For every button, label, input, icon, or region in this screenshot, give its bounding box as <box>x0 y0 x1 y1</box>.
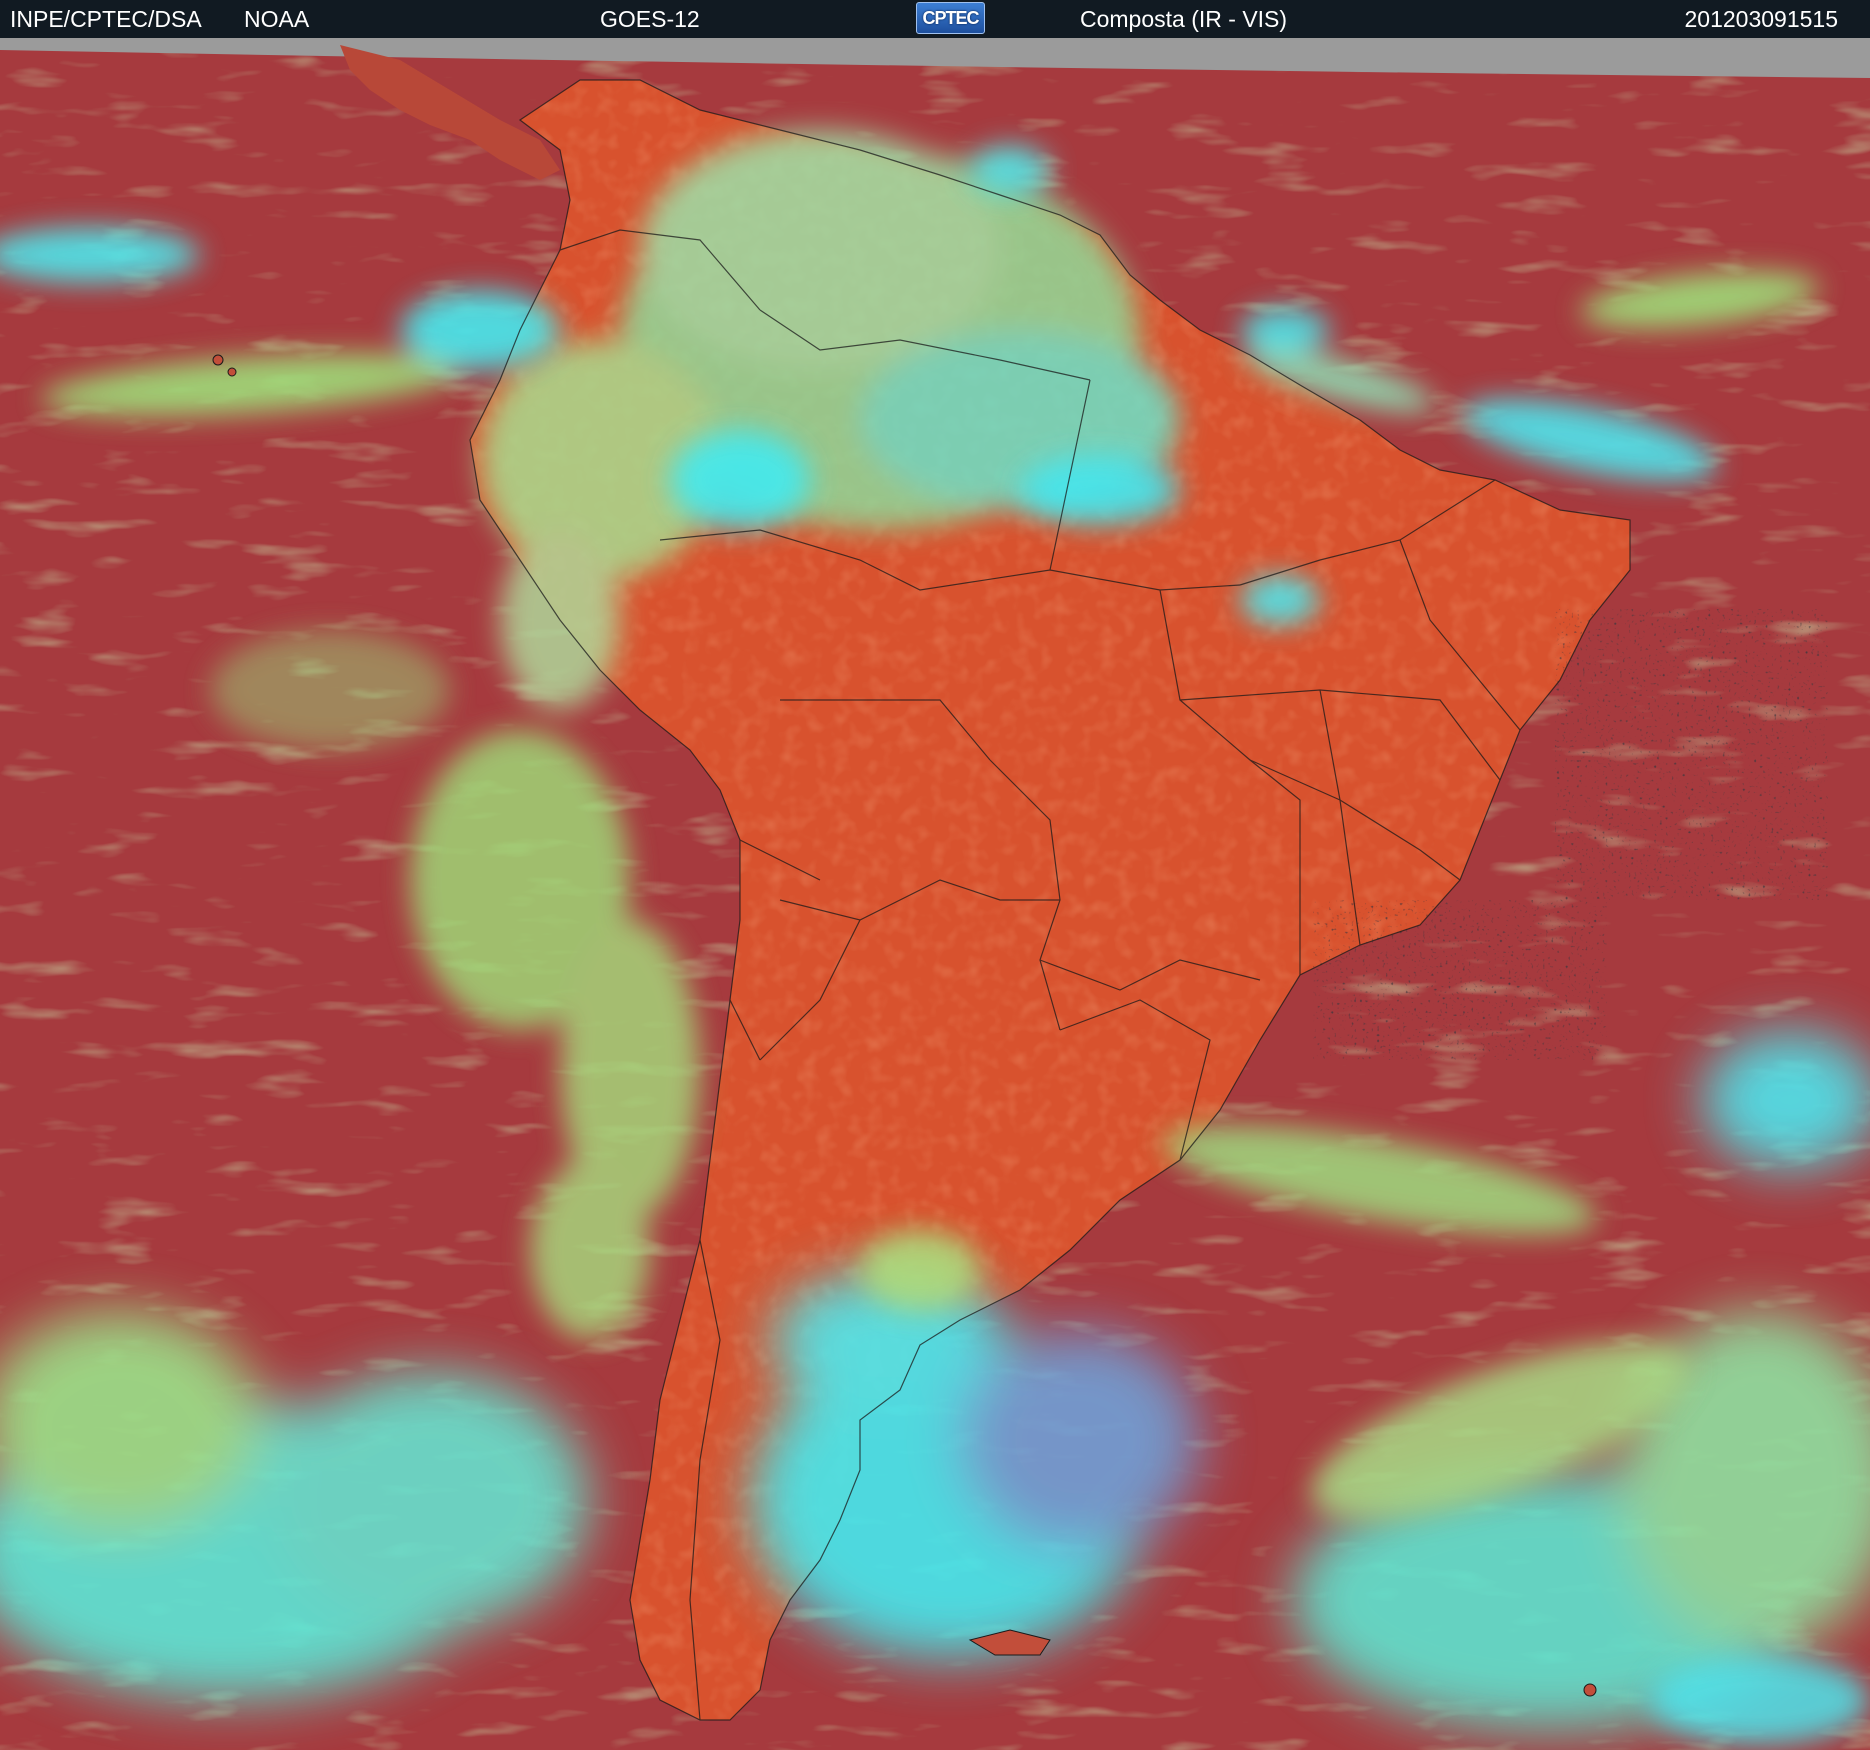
agency-label: NOAA <box>244 6 310 32</box>
composite-map-svg <box>0 38 1870 1750</box>
product-label: Composta (IR - VIS) <box>1080 6 1288 32</box>
satellite-imagery <box>0 38 1870 1750</box>
institution-label: INPE/CPTEC/DSA <box>10 6 202 32</box>
satellite-image-viewer: INPE/CPTEC/DSA NOAA GOES-12 CPTEC Compos… <box>0 0 1870 1750</box>
cptec-logo: CPTEC <box>916 2 985 34</box>
satellite-label: GOES-12 <box>600 6 700 32</box>
timestamp-label: 201203091515 <box>1684 6 1839 32</box>
header-bar: INPE/CPTEC/DSA NOAA GOES-12 CPTEC Compos… <box>0 0 1870 38</box>
